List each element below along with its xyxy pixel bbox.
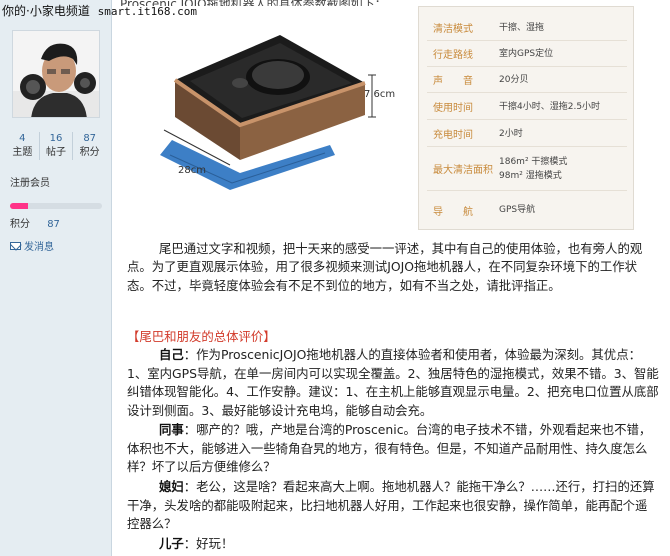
- review-text: ：哪产的？哦，产地是台湾的Proscenic。台湾的电子技术不错，外观看起来也不…: [127, 422, 652, 475]
- review-speaker: 同事: [159, 422, 184, 437]
- score-label: 积分: [10, 219, 30, 230]
- review-text: ：老公，这是啥？看起来高大上啊。拖地机器人？能拖干净么？……还行，打扫的还算干净…: [127, 479, 655, 532]
- stat-points-value: 87: [83, 133, 97, 144]
- spec-value: 室内GPS定位: [499, 48, 554, 59]
- dimension-length: 28cm: [178, 165, 206, 176]
- score-value: 87: [47, 219, 60, 230]
- review-speaker: 自己: [159, 347, 184, 362]
- spec-value-line: 98m² 湿拖模式: [499, 170, 562, 181]
- review-paragraph: 自己：作为ProscenicJOJO拖地机器人的直接体验者和使用者，体验最为深刻…: [127, 346, 659, 420]
- level-progress-fill: [10, 203, 29, 209]
- score-row: 积分 87: [10, 215, 60, 230]
- stat-topics[interactable]: 4 主题: [6, 132, 40, 160]
- spec-row: 最大清洁面积 186m² 干擦模式 98m² 湿拖模式: [427, 147, 627, 191]
- review-speaker: 儿子: [159, 536, 184, 551]
- spec-label: 行走路线: [433, 50, 473, 61]
- stat-topics-value: 4: [19, 133, 26, 144]
- review-paragraph: 媳妇：老公，这是啥？看起来高大上啊。拖地机器人？能拖干净么？……还行，打扫的还算…: [127, 478, 659, 534]
- stat-points-label: 积分: [79, 147, 100, 158]
- stat-posts-label: 帖子: [46, 147, 66, 158]
- envelope-icon: [10, 241, 21, 250]
- spec-row: 行走路线 室内GPS定位: [427, 41, 627, 67]
- spec-label: 充电时间: [433, 130, 473, 141]
- spec-value-line: 186m² 干擦模式: [499, 156, 568, 167]
- review-text: ：作为ProscenicJOJO拖地机器人的直接体验者和使用者，体验最为深刻。其…: [127, 347, 659, 418]
- article-body: 尾巴通过文字和视频，把十天来的感受一一评述，其中有自己的使用体验，也有旁人的观点…: [127, 240, 659, 295]
- user-sidebar: 4 主题 16 帖子 87 积分 注册会员 积分 87 发消息: [0, 0, 112, 556]
- product-image: 7.6cm 28cm: [120, 5, 420, 215]
- spec-label: 最大清洁面积: [433, 165, 493, 176]
- review-paragraph: 儿子：好玩！: [127, 535, 659, 554]
- spec-value: 186m² 干擦模式 98m² 湿拖模式: [499, 155, 567, 183]
- member-level[interactable]: 注册会员: [10, 174, 50, 189]
- robot-illustration: [160, 35, 376, 190]
- spec-value: 干擦、湿拖: [499, 22, 545, 33]
- spec-label: 清洁模式: [433, 24, 473, 35]
- send-message-link[interactable]: 发消息: [10, 238, 54, 253]
- level-progress-bar: [10, 203, 102, 209]
- intro-paragraph: 尾巴通过文字和视频，把十天来的感受一一评述，其中有自己的使用体验，也有旁人的观点…: [127, 241, 643, 293]
- avatar[interactable]: [12, 30, 100, 118]
- site-watermark: 你的·小家电频道 smart.it168.com: [2, 2, 197, 19]
- spec-value: 2小时: [499, 128, 523, 139]
- spec-value: 干擦4小时、湿拖2.5小时: [499, 101, 601, 112]
- stat-points[interactable]: 87 积分: [73, 132, 106, 160]
- avatar-photo: [13, 31, 99, 117]
- stat-topics-label: 主题: [12, 147, 33, 158]
- review-paragraph: 同事：哪产的？哦，产地是台湾的Proscenic。台湾的电子技术不错，外观看起来…: [127, 421, 659, 477]
- spec-row: 使用时间 干擦4小时、湿拖2.5小时: [427, 94, 627, 120]
- spec-row: 清洁模式 干擦、湿拖: [427, 15, 627, 41]
- spec-row: 导 航 GPS导航: [427, 197, 627, 223]
- stat-posts-value: 16: [49, 133, 63, 144]
- section-title: 【尾巴和朋友的总体评价】: [127, 329, 276, 344]
- spec-row: 充电时间 2小时: [427, 121, 627, 147]
- spec-value: 20分贝: [499, 74, 529, 85]
- user-stats: 4 主题 16 帖子 87 积分: [6, 132, 106, 160]
- review-speaker: 媳妇: [159, 479, 184, 494]
- spec-label: 声 音: [433, 76, 473, 87]
- spec-row: 声 音 20分贝: [427, 67, 627, 93]
- send-message-label: 发消息: [24, 242, 54, 253]
- stat-posts[interactable]: 16 帖子: [40, 132, 74, 160]
- spec-value: GPS导航: [499, 205, 536, 215]
- watermark-url: smart.it168.com: [97, 5, 197, 18]
- spec-panel: 清洁模式 干擦、湿拖 行走路线 室内GPS定位 声 音 20分贝 使用时间 干擦…: [418, 6, 634, 230]
- dimension-height: 7.6cm: [364, 89, 396, 100]
- spec-label: 使用时间: [433, 103, 473, 114]
- spec-label: 导 航: [433, 206, 473, 218]
- watermark-site: 你的·小家电频道: [2, 4, 90, 18]
- review-text: ：好玩！: [183, 536, 234, 551]
